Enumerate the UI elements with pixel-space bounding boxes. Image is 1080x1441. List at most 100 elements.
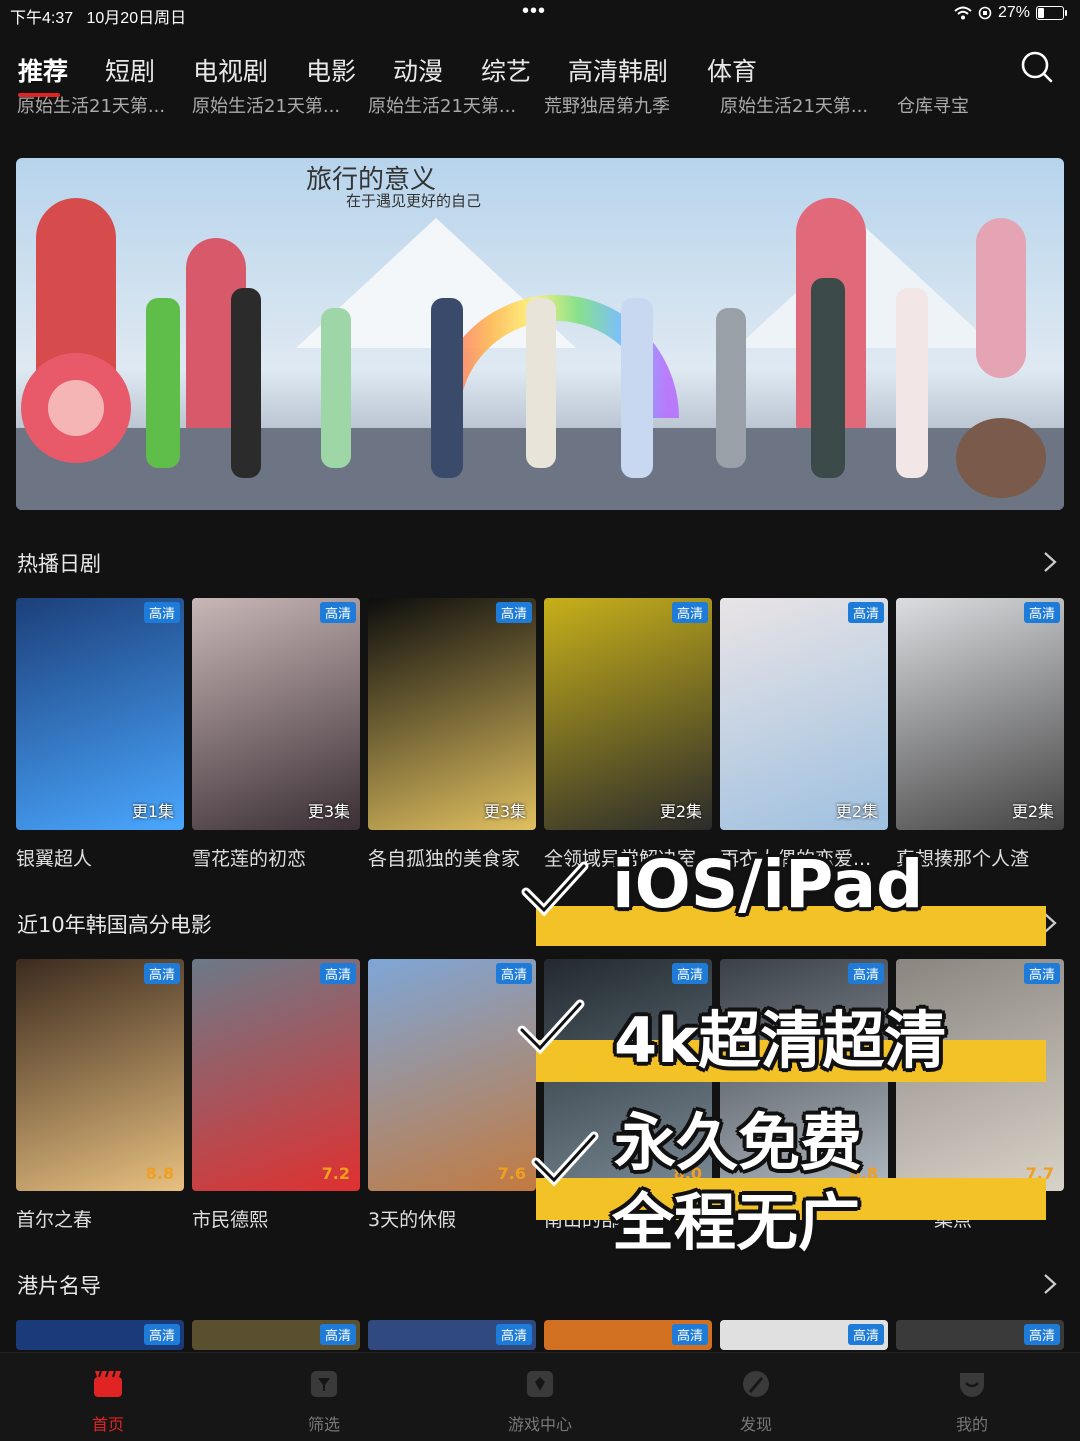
tab-short-drama[interactable]: 短剧 [105,52,155,88]
poster-card[interactable]: 高清 8.8 首尔之春 [16,959,184,1232]
section-title: 热播日剧 [17,552,101,576]
tab-movies[interactable]: 电影 [306,52,356,88]
tab-anime[interactable]: 动漫 [393,52,443,88]
trending-keywords: 原始生活21天第... 原始生活21天第... 原始生活21天第... 荒野独居… [0,92,1080,122]
nav-filter[interactable]: 筛选 [264,1367,384,1435]
trending-item[interactable]: 原始生活21天第... [192,92,340,118]
hd-badge: 高清 [671,963,708,984]
hd-badge: 高清 [143,602,180,623]
clapperboard-icon [94,1370,122,1397]
poster-card[interactable]: 高清 更2集 再衣人偶的恋爱... [720,598,888,871]
filter-icon [311,1371,337,1397]
status-indicators: 27% [954,4,1067,22]
episode-update: 更2集 [659,802,702,821]
hd-badge: 高清 [847,963,884,984]
poster-title: 市民德熙 [192,1209,269,1231]
poster-image: 高清 7.2 [192,959,360,1191]
orientation-lock-icon [978,6,992,20]
tab-recommend[interactable]: 推荐 [18,52,68,88]
nav-label: 游戏中心 [507,1415,572,1434]
poster-card[interactable]: 高清 更2集 全领域异常解决室 [544,598,712,871]
poster-card[interactable]: 高清 更2集 真想揍那个人渣 [896,598,1064,871]
nav-game-center[interactable]: 游戏中心 [480,1367,600,1435]
poster-image: 高清更3集 [192,598,360,830]
poster-image: 高清 [192,1320,360,1350]
nav-home[interactable]: 首页 [48,1367,168,1435]
poster-card[interactable]: 高清 更3集 雪花莲的初恋 [192,598,360,871]
poster-image: 高清 [896,1320,1064,1350]
episode-update: 更1集 [131,802,174,821]
battery-percent: 27% [997,4,1030,21]
hd-badge: 高清 [495,1324,532,1345]
search-icon[interactable] [1020,50,1054,84]
trending-item[interactable]: 荒野独居第九季 [544,92,670,118]
promo-line: 4k超清超清 [614,1004,947,1077]
poster-card[interactable]: 高清 [896,1320,1064,1350]
hero-banner[interactable]: 旅行的意义 在于遇见更好的自己 [16,158,1064,510]
poster-image: 高清 [720,1320,888,1350]
chevron-right-icon[interactable] [1042,1273,1058,1295]
poster-card[interactable]: 高清 7.2 市民德熙 [192,959,360,1232]
rating-score: 7.6 [497,1164,526,1183]
status-time: 下午4:37 10月20日周日 [10,10,187,27]
nav-discover[interactable]: 发现 [696,1367,816,1435]
poster-card[interactable]: 高清 [368,1320,536,1350]
poster-image: 高清 [368,1320,536,1350]
poster-title: 各自孤独的美食家 [368,848,521,870]
poster-card[interactable]: 高清 [720,1320,888,1350]
promo-line: 永久免费 [614,1106,863,1179]
trending-item[interactable]: 原始生活21天第... [368,92,516,118]
multitask-dots[interactable]: ••• [522,0,546,23]
poster-image: 高清更3集 [368,598,536,830]
bottom-tab-bar: 首页 筛选 游戏中心 发现 我的 [0,1352,1080,1441]
banner-calligraphy-sub: 在于遇见更好的自己 [346,192,481,210]
poster-image: 高清更1集 [16,598,184,830]
discover-icon [743,1371,769,1397]
hd-badge: 高清 [847,1324,884,1345]
wifi-icon [954,6,972,20]
poster-image: 高清 8.8 [16,959,184,1191]
tab-tv-series[interactable]: 电视剧 [193,52,268,88]
checkmark-icon [521,861,589,917]
poster-card[interactable]: 高清 [16,1320,184,1350]
hd-badge: 高清 [319,602,356,623]
hd-badge: 高清 [143,963,180,984]
tab-sports[interactable]: 体育 [707,52,757,88]
poster-image: 高清 7.6 [368,959,536,1191]
poster-image: 高清更2集 [896,598,1064,830]
trending-item[interactable]: 仓库寻宝 [897,92,969,118]
hd-badge: 高清 [1023,963,1060,984]
poster-image: 高清 [544,1320,712,1350]
promo-line: iOS/iPad [612,846,924,923]
poster-image: 高清 更2集 [720,598,888,830]
nav-label: 筛选 [307,1415,340,1434]
poster-card[interactable]: 高清 [192,1320,360,1350]
episode-update: 更3集 [307,802,350,821]
trending-item[interactable]: 原始生活21天第... [720,92,868,118]
hd-badge: 高清 [495,602,532,623]
nav-profile[interactable]: 我的 [912,1367,1032,1435]
hd-badge: 高清 [671,1324,708,1345]
section-title: 近10年韩国高分电影 [17,913,212,937]
checkmark-icon [517,999,585,1055]
chevron-right-icon[interactable] [1042,551,1058,573]
poster-card[interactable]: 高清 更1集 银翼超人 [16,598,184,871]
hd-badge: 高清 [319,963,356,984]
nav-label: 我的 [955,1415,988,1434]
hd-badge: 高清 [847,602,884,623]
trending-item[interactable]: 原始生活21天第... [17,92,165,118]
nav-label: 发现 [739,1415,772,1434]
episode-update: 更2集 [1011,802,1054,821]
poster-card[interactable]: 高清更3集各自孤独的美食家 [368,598,536,871]
poster-card[interactable]: 高清 7.6 3天的休假 [368,959,536,1232]
rating-score: 8.8 [145,1164,174,1183]
poster-card[interactable]: 高清 [544,1320,712,1350]
profile-icon [960,1373,984,1397]
tab-variety[interactable]: 综艺 [481,52,531,88]
poster-title: 3天的休假 [368,1209,457,1231]
tab-korean-drama[interactable]: 高清韩剧 [568,52,668,88]
banner-calligraphy: 旅行的意义 [306,165,436,195]
episode-update: 更3集 [483,802,526,821]
hd-badge: 高清 [1023,602,1060,623]
hd-badge: 高清 [319,1324,356,1345]
